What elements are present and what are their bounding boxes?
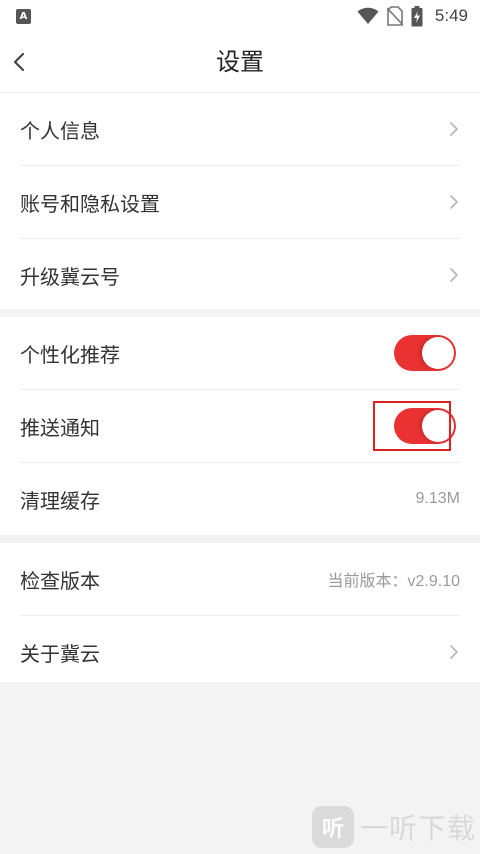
- about-section: 检查版本 当前版本：v2.9.10 关于冀云: [0, 543, 480, 682]
- watermark: 听 一听下载: [311, 802, 476, 852]
- page-title: 设置: [216, 48, 264, 76]
- header: 设置: [0, 32, 480, 92]
- about-jiyun-item[interactable]: 关于冀云: [20, 616, 460, 688]
- upgrade-jiyun-label: 升级冀云号: [20, 264, 120, 289]
- cache-size-value: 9.13M: [415, 490, 460, 507]
- account-privacy-item[interactable]: 账号和隐私设置: [20, 166, 460, 239]
- no-sim-icon: [386, 6, 403, 26]
- status-bar: A 5:49: [0, 0, 480, 32]
- status-time: 5:49: [434, 6, 468, 25]
- chevron-right-icon: [450, 195, 458, 209]
- preferences-section: 个性化推荐 推送通知 清理缓存 9.13M: [0, 317, 480, 535]
- clear-cache-label: 清理缓存: [20, 488, 100, 513]
- account-section: 个人信息 账号和隐私设置 升级冀云号: [0, 93, 480, 309]
- current-version-value: 当前版本：v2.9.10: [327, 573, 461, 590]
- chevron-right-icon: [450, 268, 458, 282]
- upgrade-jiyun-item[interactable]: 升级冀云号: [20, 239, 460, 311]
- account-privacy-label: 账号和隐私设置: [20, 191, 160, 216]
- personal-info-item[interactable]: 个人信息: [20, 93, 460, 166]
- chevron-right-icon: [450, 645, 458, 659]
- status-icons: 5:49: [357, 5, 468, 27]
- personalized-recommend-toggle[interactable]: [394, 335, 456, 371]
- toggle-knob: [422, 337, 454, 369]
- personalized-recommend-item: 个性化推荐: [20, 317, 460, 390]
- watermark-logo: 听: [311, 806, 354, 848]
- check-version-label: 检查版本: [20, 568, 100, 593]
- push-notification-toggle[interactable]: [394, 408, 456, 444]
- personal-info-label: 个人信息: [20, 118, 100, 143]
- toggle-knob: [422, 410, 454, 442]
- clear-cache-item[interactable]: 清理缓存 9.13M: [20, 463, 460, 535]
- watermark-text: 一听下载: [359, 812, 476, 845]
- check-version-item[interactable]: 检查版本 当前版本：v2.9.10: [20, 543, 460, 616]
- about-jiyun-label: 关于冀云: [20, 641, 100, 666]
- chevron-right-icon: [450, 122, 458, 136]
- push-notification-item: 推送通知: [20, 390, 460, 463]
- wifi-icon: [357, 7, 379, 24]
- keyboard-a-icon: A: [16, 9, 31, 24]
- battery-charging-icon: [411, 5, 423, 26]
